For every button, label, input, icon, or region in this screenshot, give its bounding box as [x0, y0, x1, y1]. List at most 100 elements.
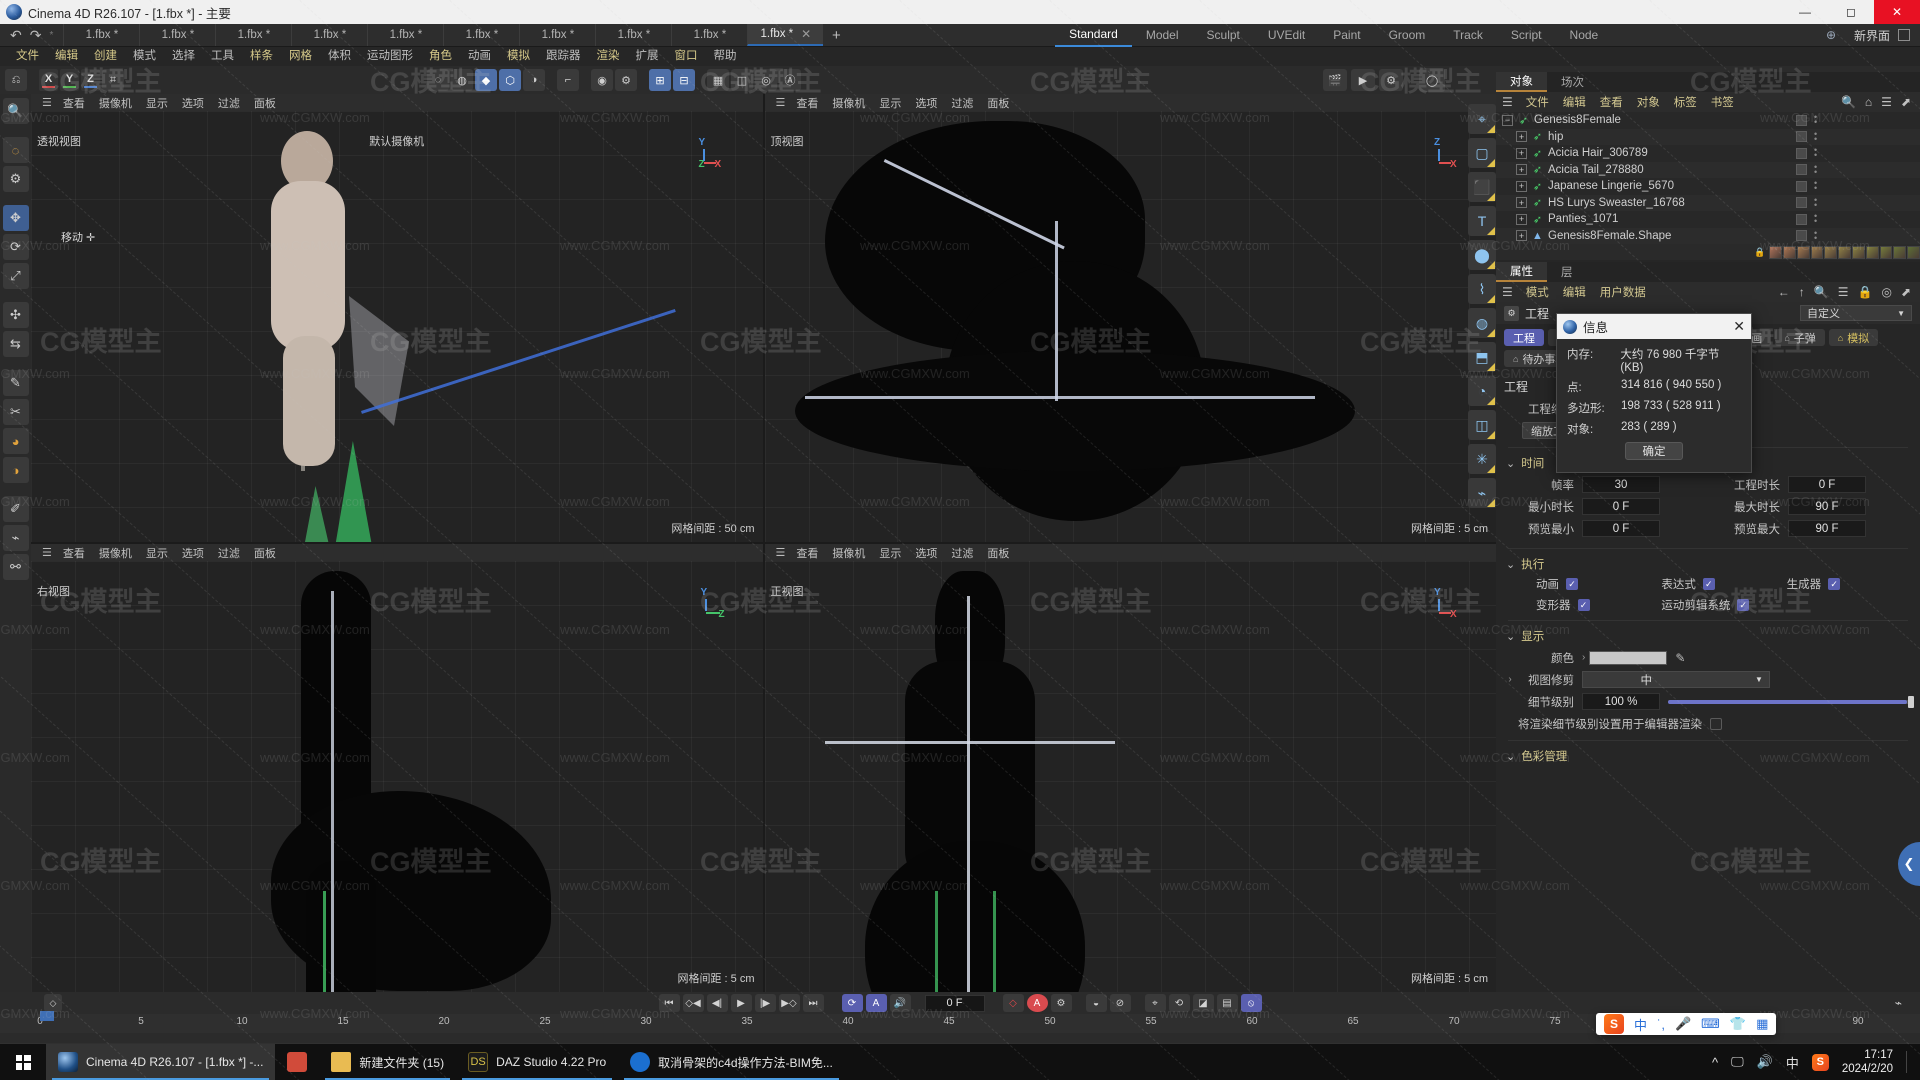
viewport-perspective-canvas[interactable]: 透视视图 默认摄像机 移动 ✛ 网格间距 : 50 cm Y X Z — [31, 111, 763, 542]
taskbar-item-1[interactable] — [275, 1044, 319, 1080]
deformer-object-icon[interactable]: ⌇ — [1468, 274, 1496, 304]
locked-workplane-icon[interactable]: ▦ — [707, 69, 729, 91]
menu-扩展[interactable]: 扩展 — [628, 47, 667, 66]
document-tab-3[interactable]: 1.fbx * — [291, 24, 367, 46]
menu-跟踪器[interactable]: 跟踪器 — [538, 47, 589, 66]
object-manager-tab-对象[interactable]: 对象 — [1496, 72, 1547, 92]
taskbar-item-0[interactable]: Cinema 4D R26.107 - [1.fbx *] -... — [46, 1044, 276, 1080]
snap-toggle-icon[interactable]: ⌐ — [557, 69, 579, 91]
object-row[interactable]: + ➶ Panties_1071 • • — [1496, 211, 1920, 228]
viewport-menu-icon[interactable]: ☰ — [35, 96, 56, 109]
record-key-button[interactable]: ◇ — [1002, 994, 1024, 1012]
vp0-menu-display[interactable]: 显示 — [139, 95, 175, 111]
polygon-mode-icon[interactable]: ◆ — [475, 69, 497, 91]
home-icon[interactable]: ⌂ — [1865, 95, 1872, 109]
vp3-menu-options[interactable]: 选项 — [908, 545, 944, 561]
world-axis-icon[interactable]: ⌗ — [102, 69, 124, 91]
document-tab-4[interactable]: 1.fbx * — [367, 24, 443, 46]
volume-object-icon[interactable]: ◫ — [1468, 410, 1496, 440]
object-row[interactable]: − ➶ Genesis8Female • • — [1496, 112, 1920, 129]
layout-tab-paint[interactable]: Paint — [1319, 24, 1374, 47]
object-row[interactable]: + ➶ Japanese Lingerie_5670 • • — [1496, 178, 1920, 195]
viewport-right-canvas[interactable]: 右视图 网格间距 : 5 cm Y Z — [31, 561, 763, 992]
menu-创建[interactable]: 创建 — [86, 47, 125, 66]
vp1-menu-options[interactable]: 选项 — [908, 95, 944, 111]
network-icon[interactable]: 🖵 — [1731, 1054, 1744, 1070]
vp1-menu-panel[interactable]: 面板 — [980, 95, 1016, 111]
search-icon[interactable]: 🔍 — [1814, 285, 1829, 299]
viewport-top-canvas[interactable]: 顶视图 网格间距 : 5 cm Z X — [764, 111, 1496, 542]
attribute-tab-属性[interactable]: 属性 — [1496, 262, 1547, 282]
vp0-menu-panel[interactable]: 面板 — [247, 95, 283, 111]
ime-skin-icon[interactable]: 👕 — [1730, 1016, 1746, 1032]
visibility-dots-icon[interactable]: • • — [1814, 195, 1817, 209]
layout-tab-track[interactable]: Track — [1439, 24, 1497, 47]
document-tab-7[interactable]: 1.fbx * — [595, 24, 671, 46]
vp2-menu-display[interactable]: 显示 — [139, 545, 175, 561]
ime-lang-icon[interactable]: 中 — [1634, 1015, 1647, 1034]
close-tab-icon[interactable]: ✕ — [801, 27, 811, 41]
axis-y-button[interactable]: Y — [60, 69, 79, 91]
particle-object-icon[interactable]: ⌁ — [1468, 478, 1496, 508]
material-swatch[interactable] — [1824, 245, 1838, 259]
camera-object-icon[interactable]: ⬒ — [1468, 342, 1496, 372]
scale-tool-icon[interactable]: ⤢ — [2, 263, 29, 289]
info-dialog-close-button[interactable]: ✕ — [1733, 318, 1745, 335]
menu-窗口[interactable]: 窗口 — [667, 47, 706, 66]
om-menu-object[interactable]: 对象 — [1630, 94, 1667, 110]
undo-icon[interactable]: ↶ — [10, 27, 22, 44]
texture-mode-icon[interactable]: ◑ — [523, 69, 545, 91]
lod-field[interactable]: 100 % — [1582, 693, 1660, 710]
attr-menu-edit[interactable]: 编辑 — [1556, 284, 1593, 300]
rotate-tool-icon[interactable]: ⟳ — [2, 234, 29, 260]
layout-tab-sculpt[interactable]: Sculpt — [1193, 24, 1254, 47]
environment-object-icon[interactable]: ◍ — [1468, 308, 1496, 338]
layout-tab-uvedit[interactable]: UVEdit — [1254, 24, 1319, 47]
vp2-menu-panel[interactable]: 面板 — [247, 545, 283, 561]
vp1-menu-view[interactable]: 查看 — [789, 95, 825, 111]
maximize-button[interactable]: ◻ — [1828, 0, 1874, 24]
expander-icon[interactable]: − — [1502, 114, 1513, 126]
curve-editor-icon[interactable]: ⌁ — [1895, 996, 1902, 1010]
visibility-dots-icon[interactable]: • • — [1814, 179, 1817, 193]
mute-key-button[interactable]: ⦸ — [1240, 994, 1262, 1012]
object-row[interactable]: + ➶ Acicia Hair_306789 • • — [1496, 145, 1920, 162]
om-menu-bookmarks[interactable]: 书签 — [1704, 94, 1741, 110]
fps-field[interactable]: 30 — [1582, 476, 1660, 493]
target-icon[interactable]: ◎ — [1881, 285, 1891, 299]
material-swatch[interactable] — [1893, 245, 1907, 259]
vp0-menu-view[interactable]: 查看 — [56, 95, 92, 111]
expander-icon[interactable]: + — [1516, 147, 1527, 159]
material-swatch[interactable] — [1796, 245, 1810, 259]
menu-运动图形[interactable]: 运动图形 — [359, 47, 421, 66]
lod-slider[interactable] — [1668, 695, 1914, 708]
material-swatch[interactable] — [1907, 245, 1920, 259]
tool-options-icon[interactable]: ⚙ — [2, 166, 29, 192]
object-tag-icon[interactable] — [1796, 147, 1807, 159]
move-tool-icon[interactable]: ✥ — [2, 205, 29, 231]
deformer-icon[interactable]: ◎ — [755, 69, 777, 91]
vp1-menu-filter[interactable]: 过滤 — [944, 95, 980, 111]
axis-z-button[interactable]: Z — [81, 69, 100, 91]
material-swatch[interactable] — [1783, 245, 1796, 259]
material-swatch[interactable] — [1865, 245, 1879, 259]
workplane-icon[interactable]: ◫ — [731, 69, 753, 91]
menu-工具[interactable]: 工具 — [203, 47, 242, 66]
vp3-menu-view[interactable]: 查看 — [789, 545, 825, 561]
execute-option-checkbox[interactable]: ✓ — [1566, 578, 1578, 590]
viewport-front[interactable]: ☰ 查看 摄像机 显示 选项 过滤 面板 正视图 网格间距 : 5 cm Y X — [764, 544, 1496, 992]
edge-mode-icon[interactable]: ◍ — [451, 69, 473, 91]
layout-tab-script[interactable]: Script — [1497, 24, 1556, 47]
expander-icon[interactable]: + — [1516, 230, 1527, 242]
vp0-menu-options[interactable]: 选项 — [175, 95, 211, 111]
next-frame-button[interactable]: |▶ — [754, 994, 776, 1012]
tray-expand-icon[interactable]: ^ — [1712, 1055, 1718, 1070]
quantize-icon[interactable]: ⊟ — [673, 69, 695, 91]
key-settings-button[interactable]: ⚙ — [1050, 994, 1072, 1012]
new-layout-button[interactable]: 新界面 — [1844, 27, 1920, 44]
point-mode-icon[interactable]: ◌ — [427, 69, 449, 91]
om-menu-file[interactable]: 文件 — [1519, 94, 1556, 110]
render-lod-checkbox[interactable] — [1710, 717, 1722, 730]
axis-x-button[interactable]: X — [39, 69, 58, 91]
ime-keyboard-icon[interactable]: ⌨ — [1701, 1016, 1720, 1032]
